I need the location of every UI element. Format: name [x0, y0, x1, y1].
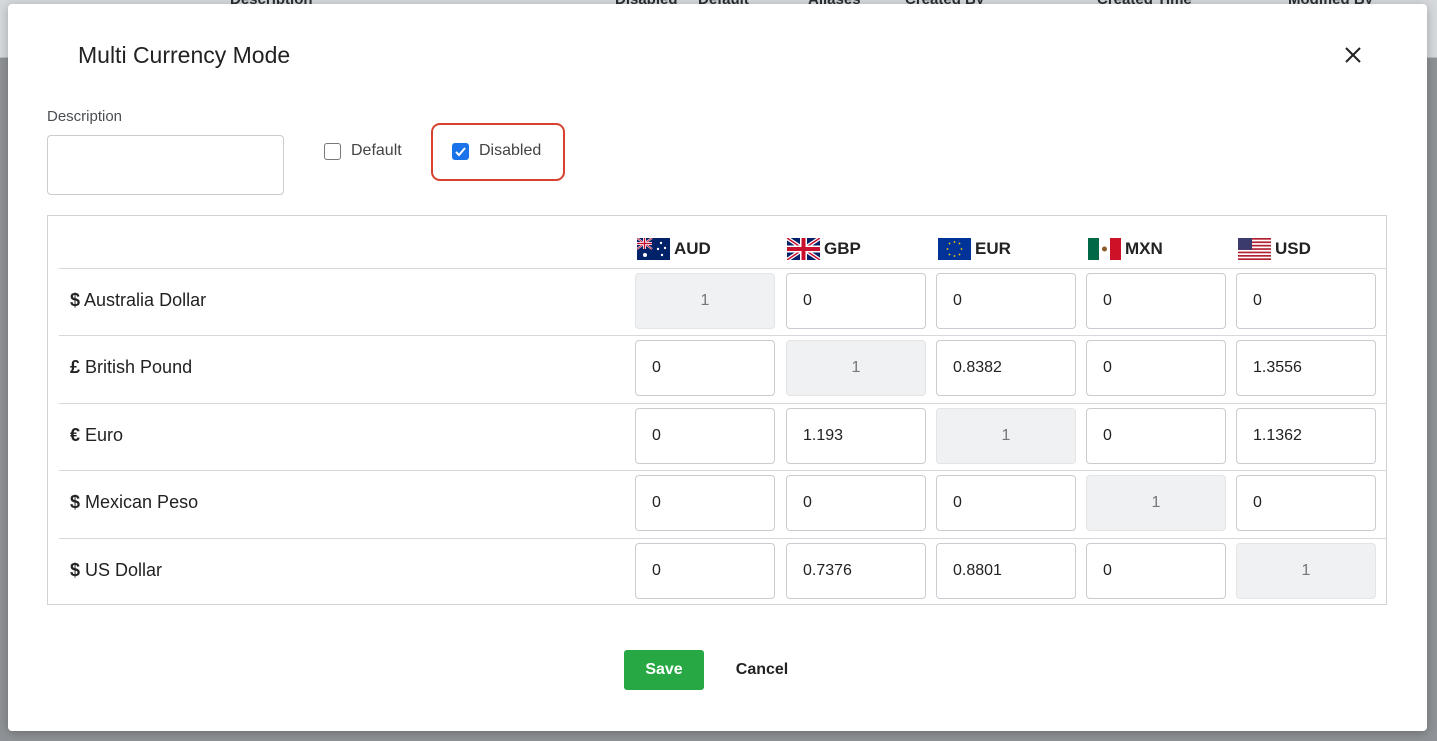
row-divider — [59, 335, 1387, 336]
column-header-label: GBP — [824, 239, 861, 258]
currency-name: US Dollar — [85, 560, 163, 580]
currency-name: British Pound — [85, 357, 193, 377]
rate-cell-mxn-mxn: 1 — [1086, 475, 1226, 531]
rate-input-gbp-eur[interactable]: 0.8382 — [936, 340, 1076, 396]
rate-input-gbp-aud[interactable]: 0 — [635, 340, 775, 396]
row-label-us-dollar: $ US Dollar — [70, 560, 162, 581]
description-label: Description — [47, 108, 123, 125]
exchange-rate-grid: AUD GBP EUR MXN USD $ Australia Dollar 1… — [47, 215, 1387, 605]
rate-input-eur-aud[interactable]: 0 — [635, 408, 775, 464]
rate-input-aud-usd[interactable]: 0 — [1236, 273, 1376, 329]
row-label-british-pound: £ British Pound — [70, 357, 192, 378]
row-label-mexican-peso: $ Mexican Peso — [70, 492, 198, 513]
currency-symbol: $ — [70, 290, 81, 310]
rate-input-mxn-aud[interactable]: 0 — [635, 475, 775, 531]
row-label-australia-dollar: $ Australia Dollar — [70, 290, 206, 311]
disabled-checkbox-box[interactable] — [452, 142, 469, 160]
cancel-button[interactable]: Cancel — [720, 650, 804, 690]
rate-cell-aud-aud: 1 — [635, 273, 775, 329]
mexico-flag-icon — [1088, 238, 1121, 260]
close-button[interactable] — [1340, 42, 1366, 68]
rate-input-aud-mxn[interactable]: 0 — [1086, 273, 1226, 329]
save-button[interactable]: Save — [624, 650, 704, 690]
disabled-checkbox-label: Disabled — [479, 142, 542, 159]
column-header-gbp: GBP — [787, 238, 861, 260]
column-header-label: USD — [1275, 239, 1311, 258]
column-header-aud: AUD — [637, 238, 711, 260]
column-header-mxn: MXN — [1088, 238, 1163, 260]
uk-flag-icon — [787, 238, 820, 260]
rate-input-aud-gbp[interactable]: 0 — [786, 273, 926, 329]
rate-cell-gbp-gbp: 1 — [786, 340, 926, 396]
currency-symbol: $ — [70, 560, 81, 580]
column-header-label: MXN — [1125, 239, 1163, 258]
rate-cell-eur-eur: 1 — [936, 408, 1076, 464]
row-divider — [59, 470, 1387, 471]
currency-name: Australia Dollar — [84, 290, 207, 310]
currency-name: Euro — [85, 425, 124, 445]
rate-cell-usd-usd: 1 — [1236, 543, 1376, 599]
column-header-label: AUD — [674, 239, 711, 258]
row-label-euro: € Euro — [70, 425, 123, 446]
rate-input-eur-gbp[interactable]: 1.193 — [786, 408, 926, 464]
description-input[interactable] — [47, 135, 284, 195]
rate-input-usd-aud[interactable]: 0 — [635, 543, 775, 599]
currency-symbol: € — [70, 425, 81, 445]
currency-symbol: £ — [70, 357, 81, 377]
rate-input-gbp-usd[interactable]: 1.3556 — [1236, 340, 1376, 396]
rate-input-usd-eur[interactable]: 0.8801 — [936, 543, 1076, 599]
rate-input-usd-gbp[interactable]: 0.7376 — [786, 543, 926, 599]
rate-input-eur-mxn[interactable]: 0 — [1086, 408, 1226, 464]
default-checkbox-box[interactable] — [324, 142, 341, 160]
column-header-label: EUR — [975, 239, 1011, 258]
rate-input-mxn-usd[interactable]: 0 — [1236, 475, 1376, 531]
australia-flag-icon — [637, 238, 670, 260]
currency-name: Mexican Peso — [85, 492, 199, 512]
rate-input-aud-eur[interactable]: 0 — [936, 273, 1076, 329]
us-flag-icon — [1238, 238, 1271, 260]
default-checkbox-label: Default — [351, 142, 402, 159]
row-divider — [59, 403, 1387, 404]
checkmark-icon — [455, 146, 466, 156]
rate-input-eur-usd[interactable]: 1.1362 — [1236, 408, 1376, 464]
rate-input-usd-mxn[interactable]: 0 — [1086, 543, 1226, 599]
row-divider — [59, 538, 1387, 539]
multi-currency-modal: Multi Currency Mode Description Default … — [8, 4, 1427, 731]
modal-title: Multi Currency Mode — [78, 42, 291, 68]
currency-symbol: $ — [70, 492, 81, 512]
row-divider — [59, 268, 1387, 269]
disabled-checkbox[interactable]: Disabled — [452, 142, 541, 160]
rate-input-mxn-gbp[interactable]: 0 — [786, 475, 926, 531]
column-header-eur: EUR — [938, 238, 1011, 260]
eu-flag-icon — [938, 238, 971, 260]
rate-input-mxn-eur[interactable]: 0 — [936, 475, 1076, 531]
default-checkbox[interactable]: Default — [324, 142, 402, 160]
rate-input-gbp-mxn[interactable]: 0 — [1086, 340, 1226, 396]
close-icon — [1345, 47, 1361, 63]
column-header-usd: USD — [1238, 238, 1311, 260]
